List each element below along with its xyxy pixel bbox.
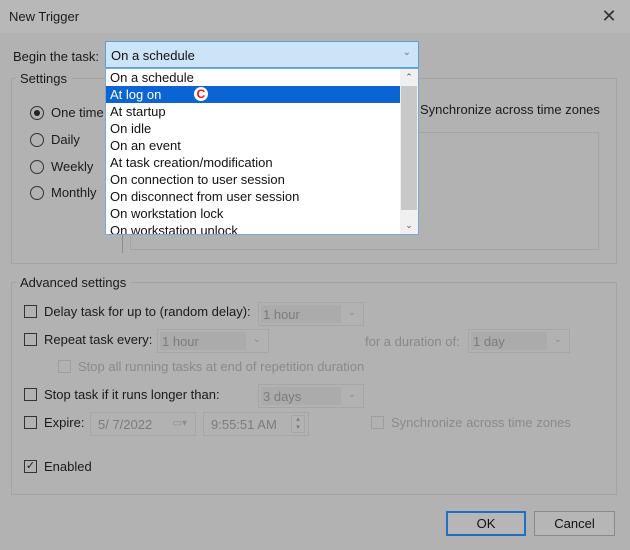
time-spinner[interactable]: ▴ ▾ [291, 415, 305, 433]
radio-one-time[interactable]: One time [30, 105, 104, 120]
expire-time-value: 9:55:51 AM [211, 417, 277, 432]
begin-task-dropdown-list[interactable]: On a schedule At log on C At startup On idle… [105, 68, 419, 235]
settings-group-title: Settings [16, 71, 71, 86]
dropdown-option[interactable]: On workstation unlock [106, 222, 400, 235]
checkbox-box [24, 388, 37, 401]
expire-sync-checkbox[interactable]: Synchronize across time zones [371, 415, 571, 430]
dropdown-option-label: On idle [110, 121, 152, 136]
dropdown-option[interactable]: At startup [106, 103, 400, 120]
dropdown-option-label: At startup [110, 104, 166, 119]
chevron-down-icon: ⌄ [553, 334, 562, 345]
chevron-down-icon: ⌄ [252, 334, 261, 345]
title-bar: New Trigger ✕ [0, 0, 630, 33]
chevron-down-icon: ⌄ [347, 307, 356, 318]
expire-checkbox[interactable]: Expire: [24, 415, 84, 430]
separator-vertical [122, 235, 123, 253]
dropdown-option-label: On disconnect from user session [110, 189, 300, 204]
dropdown-option[interactable]: On workstation lock [106, 205, 400, 222]
cancel-button[interactable]: Cancel [534, 511, 615, 536]
radio-label: Monthly [51, 185, 97, 200]
duration-value: 1 day [473, 334, 505, 349]
checkbox-box [24, 333, 37, 346]
radio-label: Daily [51, 132, 80, 147]
begin-task-select[interactable]: On a schedule ⌄ [105, 41, 419, 68]
expire-label: Expire: [44, 415, 85, 430]
repeat-interval-select[interactable]: 1 hour ⌄ [157, 329, 269, 353]
stop-all-label: Stop all running tasks at end of repetit… [78, 359, 365, 374]
repeat-task-label: Repeat task every: [44, 332, 153, 347]
dropdown-option-label: On workstation lock [110, 206, 224, 221]
expire-sync-label: Synchronize across time zones [391, 415, 571, 430]
expire-date-picker[interactable]: 5/ 7/2022 ▭▾ [90, 412, 196, 436]
chevron-down-icon: ⌄ [347, 389, 356, 400]
dropdown-option-label: On an event [110, 138, 181, 153]
dropdown-option[interactable]: On idle [106, 120, 400, 137]
dropdown-option[interactable]: On an event [106, 137, 400, 154]
dropdown-option-label: On workstation unlock [110, 223, 238, 235]
expire-date-value: 5/ 7/2022 [98, 417, 153, 432]
window-title: New Trigger [9, 9, 80, 24]
cursor-marker-icon: C [194, 87, 208, 101]
radio-weekly[interactable]: Weekly [30, 159, 93, 174]
begin-task-value: On a schedule [111, 48, 195, 63]
checkbox-box [371, 416, 384, 429]
scroll-up-icon[interactable]: ⌃ [400, 69, 418, 86]
dropdown-option-label: On a schedule [110, 70, 194, 85]
delay-task-checkbox[interactable]: Delay task for up to (random delay): [24, 304, 251, 319]
advanced-settings-title: Advanced settings [16, 275, 131, 290]
enabled-label: Enabled [44, 459, 92, 474]
close-icon: ✕ [601, 5, 617, 26]
dropdown-option-label: On connection to user session [110, 172, 285, 187]
dropdown-scrollbar[interactable]: ⌃ ⌄ [400, 69, 418, 234]
scroll-down-icon[interactable]: ⌄ [400, 217, 418, 234]
repeat-interval-value: 1 hour [162, 334, 199, 349]
stop-duration-select[interactable]: 3 days ⌄ [258, 384, 364, 408]
radio-indicator [30, 105, 44, 120]
enabled-checkbox[interactable]: ✓ Enabled [24, 459, 92, 474]
dropdown-option-label: At log on [110, 87, 162, 102]
dropdown-option-label: At task creation/modification [110, 155, 273, 170]
stop-all-checkbox[interactable]: Stop all running tasks at end of repetit… [58, 359, 364, 374]
checkbox-box [24, 305, 37, 318]
delay-value: 1 hour [263, 307, 300, 322]
radio-indicator [30, 185, 44, 200]
dropdown-option[interactable]: On a schedule [106, 69, 400, 86]
stop-duration-value: 3 days [263, 389, 302, 404]
radio-indicator [30, 132, 44, 147]
duration-select[interactable]: 1 day ⌄ [468, 329, 570, 353]
dropdown-option[interactable]: At log on C [106, 86, 400, 103]
chevron-down-icon: ⌄ [402, 47, 411, 58]
radio-daily[interactable]: Daily [30, 132, 80, 147]
settings-sync-label: Synchronize across time zones [420, 102, 600, 117]
dropdown-option[interactable]: On connection to user session [106, 171, 400, 188]
begin-task-label: Begin the task: [13, 49, 99, 64]
radio-indicator [30, 159, 44, 174]
calendar-icon: ▭▾ [172, 418, 187, 429]
checkbox-box [58, 360, 71, 373]
checkbox-box: ✓ [24, 460, 37, 473]
scrollbar-thumb[interactable] [401, 86, 417, 210]
dropdown-options: On a schedule At log on C At startup On idle… [106, 69, 400, 235]
close-button[interactable]: ✕ [596, 5, 622, 27]
radio-monthly[interactable]: Monthly [30, 185, 97, 200]
ok-button[interactable]: OK [446, 511, 526, 536]
stop-if-longer-checkbox[interactable]: Stop task if it runs longer than: [24, 387, 220, 402]
stop-if-longer-label: Stop task if it runs longer than: [44, 387, 220, 402]
delay-task-label: Delay task for up to (random delay): [44, 304, 251, 319]
duration-label: for a duration of: [365, 334, 460, 349]
checkbox-box [24, 416, 37, 429]
radio-label: One time [51, 105, 104, 120]
checkmark-icon: ✓ [25, 460, 36, 472]
dropdown-option[interactable]: On disconnect from user session [106, 188, 400, 205]
dropdown-option[interactable]: At task creation/modification [106, 154, 400, 171]
delay-select[interactable]: 1 hour ⌄ [258, 302, 364, 326]
expire-time-picker[interactable]: 9:55:51 AM ▴ ▾ [203, 412, 309, 436]
repeat-task-checkbox[interactable]: Repeat task every: [24, 332, 152, 347]
radio-label: Weekly [51, 159, 94, 174]
